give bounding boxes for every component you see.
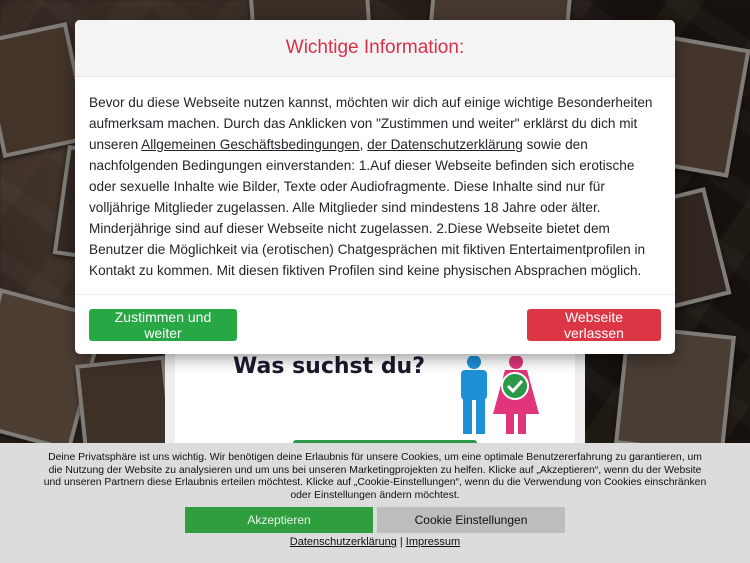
checkmark-icon bbox=[501, 372, 529, 400]
leave-website-button[interactable]: Webseite verlassen bbox=[527, 309, 661, 341]
accept-continue-button[interactable]: Zustimmen und weiter bbox=[89, 309, 237, 341]
privacy-link[interactable]: der Datenschutzerklärung bbox=[367, 137, 523, 152]
cookie-text: Deine Privatsphäre ist uns wichtig. Wir … bbox=[43, 452, 707, 501]
modal-body: Bevor du diese Webseite nutzen kannst, m… bbox=[75, 77, 675, 295]
cookie-accept-button[interactable]: Akzeptieren bbox=[185, 507, 373, 534]
modal-header: Wichtige Information: bbox=[75, 20, 675, 77]
gender-icons bbox=[461, 356, 539, 434]
modal-text-rest: sowie den nachfolgenden Bedingungen einv… bbox=[89, 137, 646, 278]
cookie-banner: Deine Privatsphäre ist uns wichtig. Wir … bbox=[0, 443, 750, 563]
modal-text-separator: , bbox=[359, 137, 368, 152]
page-heading: Was suchst du? bbox=[233, 354, 425, 379]
cookie-settings-button[interactable]: Cookie Einstellungen bbox=[377, 507, 565, 534]
male-icon bbox=[461, 356, 487, 434]
info-modal: Wichtige Information: Bevor du diese Web… bbox=[75, 20, 675, 354]
terms-link[interactable]: Allgemeinen Geschäftsbedingungen bbox=[141, 137, 359, 152]
modal-title: Wichtige Information: bbox=[285, 37, 465, 58]
modal-footer: Zustimmen und weiter Webseite verlassen bbox=[75, 294, 675, 354]
